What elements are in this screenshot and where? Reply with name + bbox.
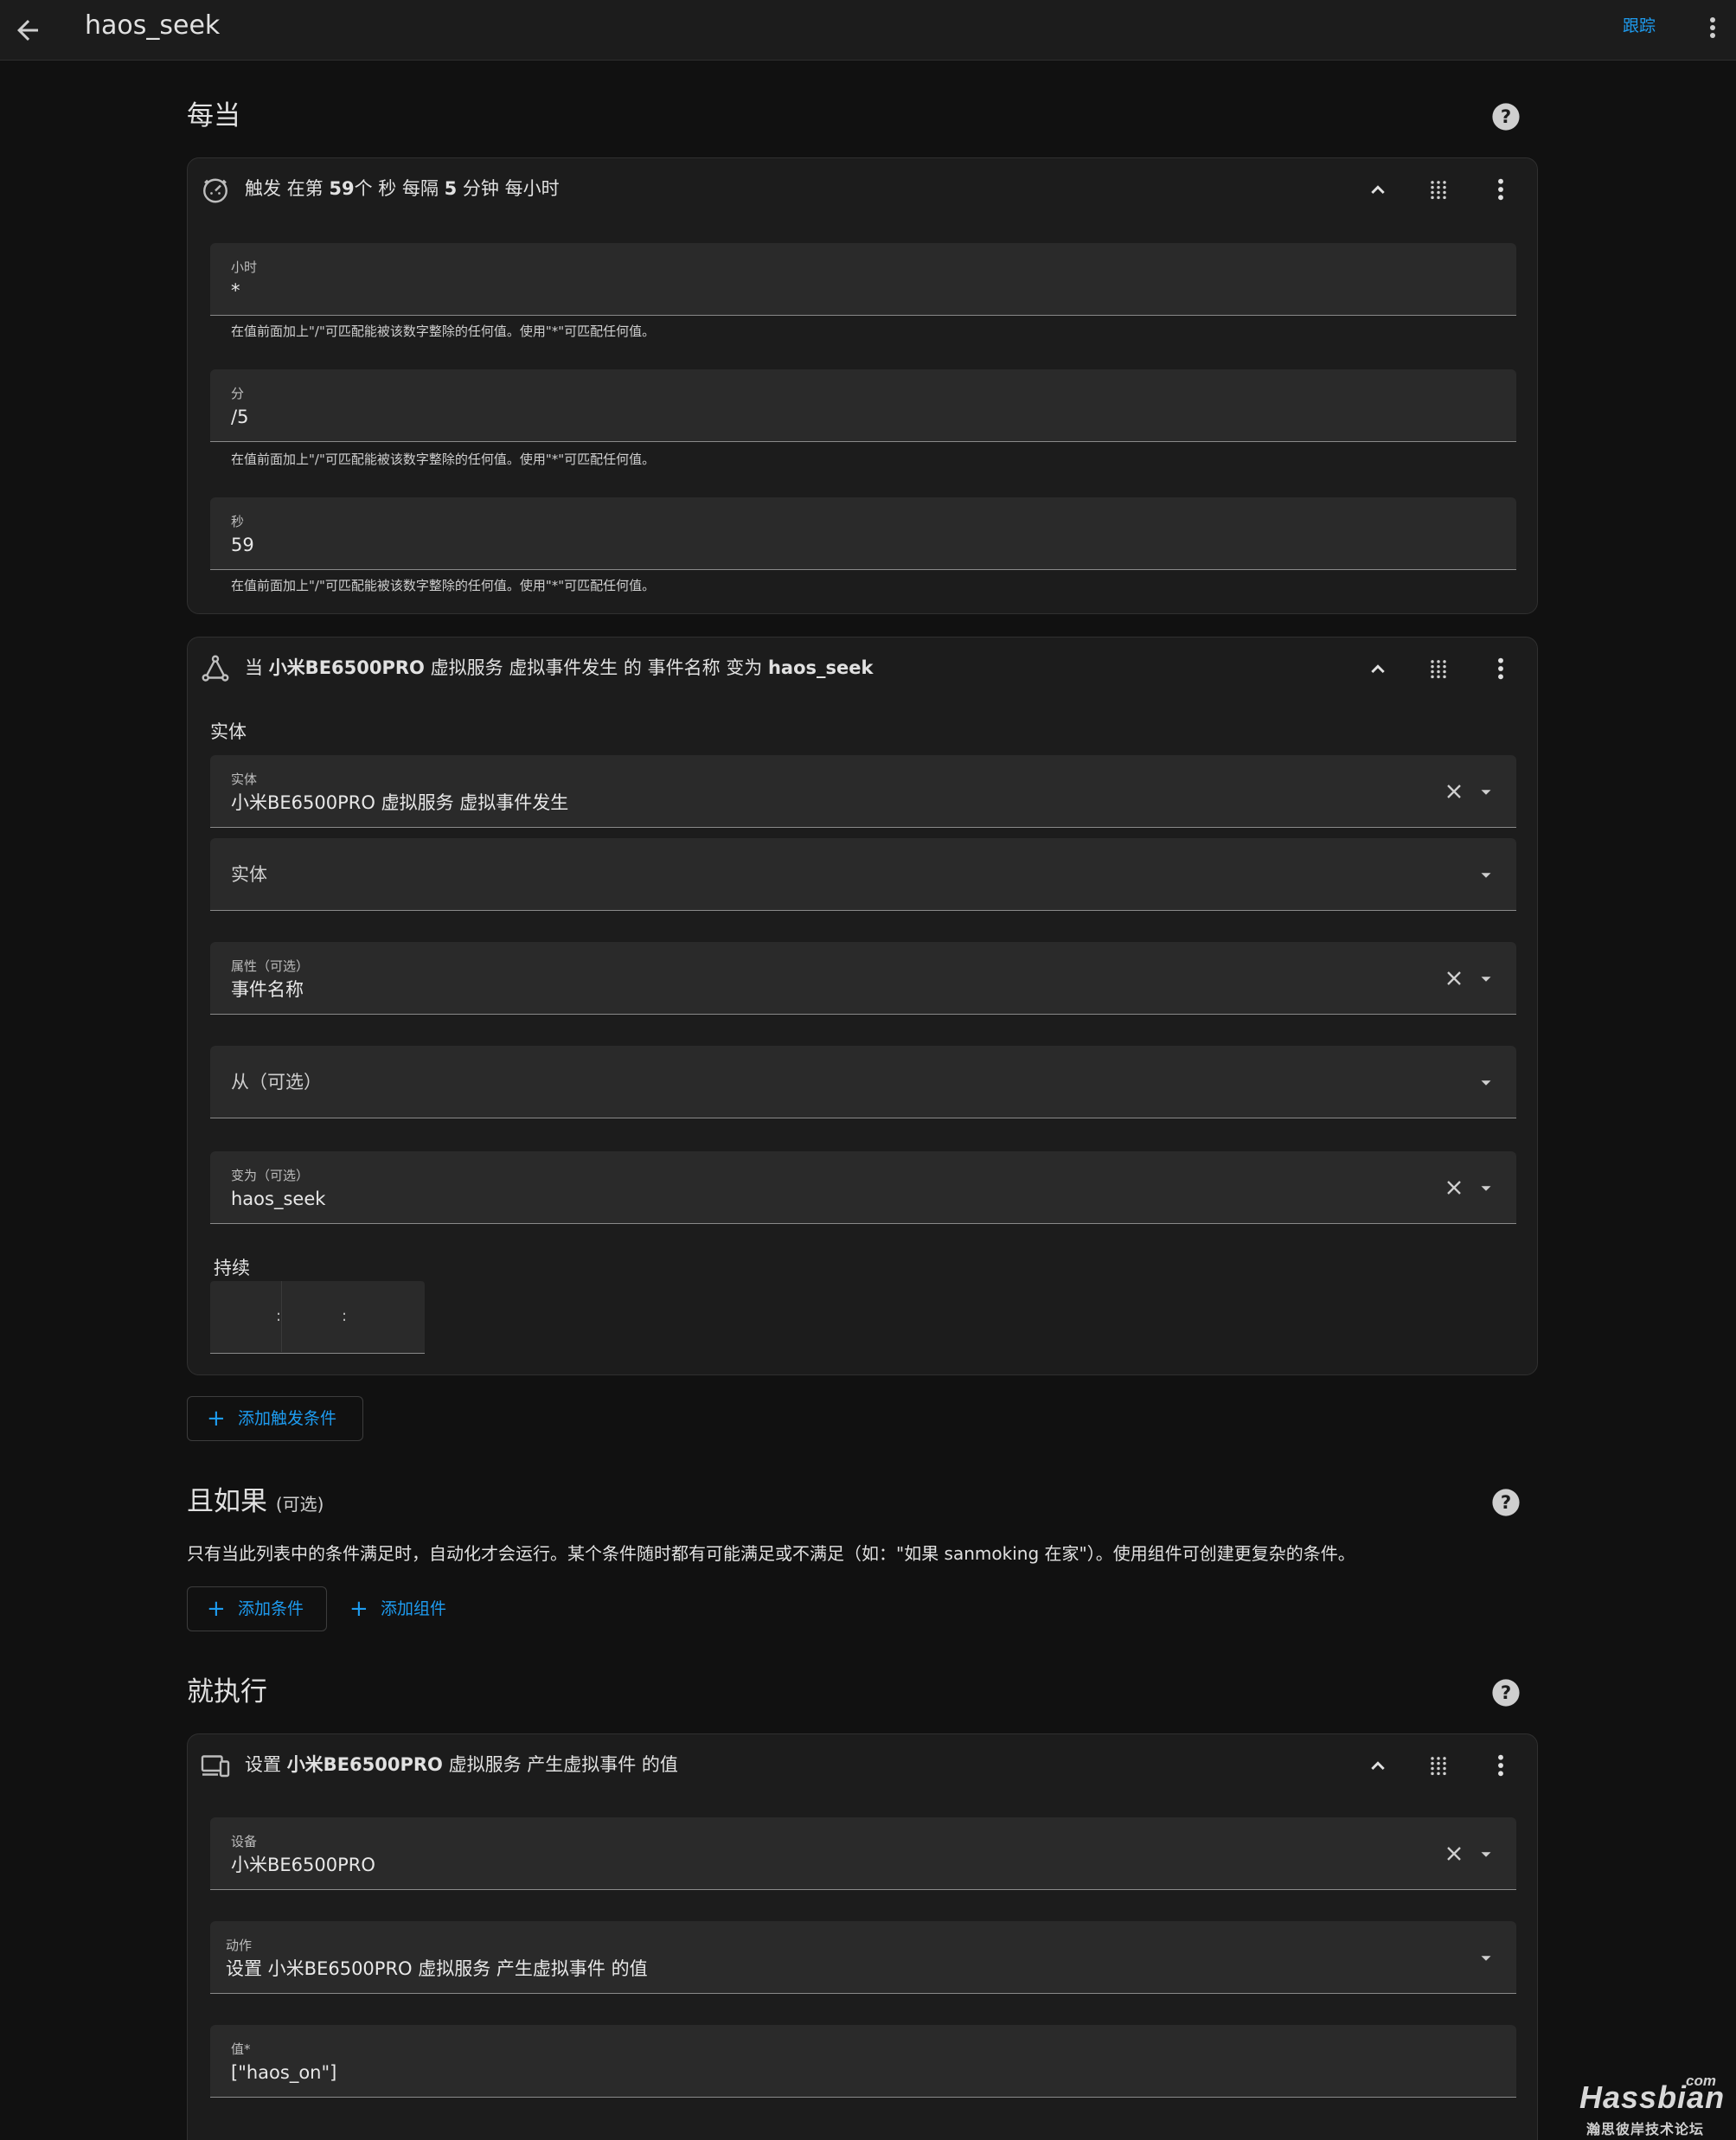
segment-divider: [281, 1281, 282, 1352]
dropdown-arrow-icon[interactable]: [1477, 866, 1496, 885]
dropdown-arrow-icon[interactable]: [1477, 783, 1496, 802]
field-label: 变为（可选）: [231, 1168, 310, 1183]
drag-handle-icon[interactable]: [1426, 177, 1451, 202]
state-graph-icon: [202, 655, 229, 682]
card-menu-icon[interactable]: [1487, 1752, 1515, 1779]
field-value: /5: [231, 407, 249, 427]
chevron-up-icon[interactable]: [1364, 655, 1392, 682]
help-icon[interactable]: ?: [1491, 102, 1521, 131]
watermark-sub: 瀚思彼岸技术论坛: [1586, 2121, 1705, 2137]
dropdown-arrow-icon[interactable]: [1477, 970, 1496, 989]
entity-section-label: 实体: [210, 721, 247, 742]
hours-field[interactable]: 小时 *: [210, 243, 1516, 316]
add-trigger-button[interactable]: + 添加触发条件: [187, 1396, 363, 1441]
follow-link[interactable]: 跟踪: [1623, 13, 1656, 39]
entity-picker[interactable]: 实体 小米BE6500PRO 虚拟服务 虚拟事件发生: [210, 755, 1516, 828]
clear-icon[interactable]: [1442, 779, 1466, 804]
add-condition-button[interactable]: + 添加条件: [187, 1586, 327, 1631]
dropdown-arrow-icon[interactable]: [1477, 1073, 1496, 1092]
drag-handle-icon[interactable]: [1426, 1753, 1451, 1778]
helper-text: 在值前面加上"/"可匹配能被该数字整除的任何值。使用"*"可匹配任何值。: [231, 452, 656, 467]
overflow-menu-icon[interactable]: [1702, 12, 1723, 43]
duration-label: 持续: [214, 1258, 250, 1278]
field-label: 秒: [231, 514, 245, 529]
field-label: 分: [231, 386, 245, 401]
duration-separator: :: [342, 1307, 348, 1325]
field-label: 小时: [231, 259, 258, 275]
svg-text:?: ?: [1501, 1682, 1511, 1704]
plus-icon: +: [207, 1596, 226, 1622]
action-picker[interactable]: 动作 设置 小米BE6500PRO 虚拟服务 产生虚拟事件 的值: [210, 1921, 1516, 1994]
duration-input[interactable]: : :: [210, 1281, 425, 1354]
help-icon[interactable]: ?: [1491, 1678, 1521, 1708]
top-app-bar: haos_seek 跟踪: [0, 0, 1736, 61]
card-menu-icon[interactable]: [1487, 655, 1515, 682]
trigger-summary[interactable]: 当 小米BE6500PRO 虚拟服务 虚拟事件发生 的 事件名称 变为 haos…: [245, 653, 873, 682]
device-action-card: 设置 小米BE6500PRO 虚拟服务 产生虚拟事件 的值 设备 小米BE650…: [187, 1733, 1538, 2140]
page-title: haos_seek: [85, 10, 221, 41]
watermark-main: Hassbian: [1579, 2079, 1726, 2115]
actions-section-title: 就执行: [187, 1676, 267, 1708]
help-icon[interactable]: ?: [1491, 1488, 1521, 1517]
dropdown-arrow-icon[interactable]: [1477, 1949, 1496, 1968]
dropdown-arrow-icon[interactable]: [1477, 1845, 1496, 1864]
field-value: *: [231, 280, 240, 301]
field-placeholder: 实体: [231, 864, 267, 885]
dropdown-arrow-icon[interactable]: [1477, 1179, 1496, 1198]
svg-text:?: ?: [1501, 106, 1511, 128]
back-arrow-icon[interactable]: [12, 15, 43, 46]
conditions-description: 只有当此列表中的条件满足时，自动化才会运行。某个条件随时都有可能满足或不满足（如…: [187, 1543, 1355, 1564]
value-field[interactable]: 值* ["haos_on"]: [210, 2025, 1516, 2098]
chevron-up-icon[interactable]: [1364, 176, 1392, 203]
field-value: haos_seek: [231, 1189, 326, 1209]
action-summary[interactable]: 设置 小米BE6500PRO 虚拟服务 产生虚拟事件 的值: [245, 1750, 678, 1779]
field-label: 设备: [231, 1834, 258, 1849]
svg-text:?: ?: [1501, 1492, 1511, 1514]
to-state-picker[interactable]: 变为（可选） haos_seek: [210, 1151, 1516, 1224]
add-entity-picker[interactable]: 实体: [210, 838, 1516, 911]
trigger-summary[interactable]: 触发 在第 59个 秒 每隔 5 分钟 每小时: [245, 174, 560, 203]
seconds-field[interactable]: 秒 59: [210, 497, 1516, 570]
helper-text: 在值前面加上"/"可匹配能被该数字整除的任何值。使用"*"可匹配任何值。: [231, 324, 656, 339]
hassbian-watermark: com Hassbian 瀚思彼岸技术论坛: [1579, 2071, 1726, 2138]
field-value: 设置 小米BE6500PRO 虚拟服务 产生虚拟事件 的值: [226, 1958, 648, 1979]
plus-icon: +: [349, 1596, 368, 1622]
clear-icon[interactable]: [1442, 966, 1466, 990]
add-block-button[interactable]: + 添加组件: [349, 1586, 446, 1631]
minutes-field[interactable]: 分 /5: [210, 369, 1516, 442]
field-value: ["haos_on"]: [231, 2062, 337, 2083]
field-value: 小米BE6500PRO: [231, 1855, 375, 1875]
field-label: 值*: [231, 2041, 251, 2057]
drag-handle-icon[interactable]: [1426, 657, 1451, 681]
timer-icon: [203, 178, 227, 203]
helper-text: 在值前面加上"/"可匹配能被该数字整除的任何值。使用"*"可匹配任何值。: [231, 578, 656, 593]
from-state-picker[interactable]: 从（可选）: [210, 1046, 1516, 1118]
device-picker[interactable]: 设备 小米BE6500PRO: [210, 1817, 1516, 1890]
attribute-picker[interactable]: 属性（可选） 事件名称: [210, 942, 1516, 1015]
field-value: 小米BE6500PRO 虚拟服务 虚拟事件发生: [231, 792, 569, 813]
devices-icon: [201, 1755, 230, 1778]
field-label: 实体: [231, 772, 258, 787]
clear-icon[interactable]: [1442, 1842, 1466, 1866]
field-value: 事件名称: [231, 979, 304, 1000]
duration-separator: :: [276, 1307, 282, 1325]
card-menu-icon[interactable]: [1487, 176, 1515, 203]
state-trigger-card: 当 小米BE6500PRO 虚拟服务 虚拟事件发生 的 事件名称 变为 haos…: [187, 637, 1538, 1375]
chevron-up-icon[interactable]: [1364, 1752, 1392, 1779]
triggers-section-title: 每当: [187, 100, 240, 131]
field-placeholder: 从（可选）: [231, 1072, 322, 1092]
conditions-section-title: 且如果 (可选): [187, 1486, 324, 1517]
time-pattern-trigger-card: 触发 在第 59个 秒 每隔 5 分钟 每小时 小时 * 在值前面加上"/"可匹…: [187, 157, 1538, 614]
plus-icon: +: [207, 1406, 226, 1432]
field-value: 59: [231, 535, 254, 555]
field-label: 属性（可选）: [231, 958, 310, 974]
field-label: 动作: [226, 1938, 253, 1953]
clear-icon[interactable]: [1442, 1176, 1466, 1200]
